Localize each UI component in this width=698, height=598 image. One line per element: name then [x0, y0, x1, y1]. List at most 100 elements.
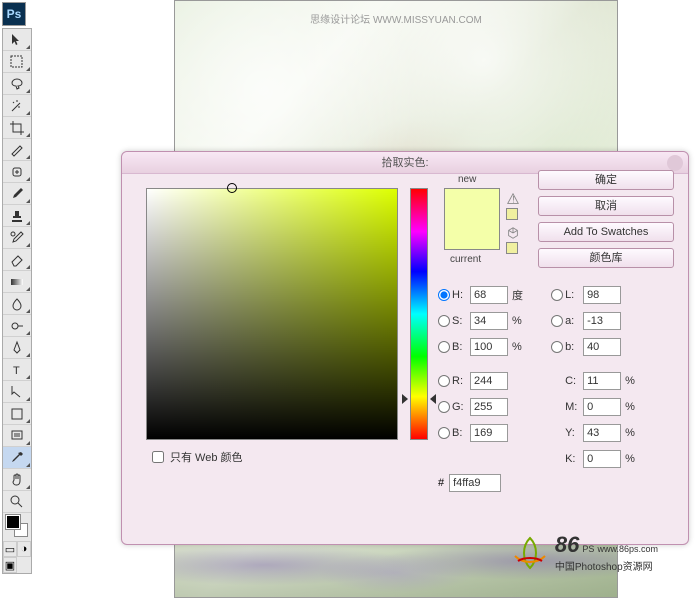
- watermark-ps: PS: [582, 544, 594, 554]
- r-radio[interactable]: [438, 375, 450, 387]
- svg-text:!: !: [512, 195, 515, 206]
- cancel-button[interactable]: 取消: [538, 196, 674, 216]
- type-tool[interactable]: T: [3, 359, 31, 381]
- b-radio[interactable]: [438, 341, 450, 353]
- m-label: M:: [565, 401, 583, 413]
- current-color-swatch[interactable]: [445, 219, 499, 249]
- k-unit: %: [625, 453, 647, 465]
- lb-input[interactable]: [583, 338, 621, 356]
- watermark-url: www.86ps.com: [597, 544, 658, 554]
- zoom-tool[interactable]: [3, 491, 31, 513]
- bl-label: B:: [452, 427, 470, 439]
- web-only-label: 只有 Web 颜色: [170, 449, 243, 465]
- eraser-tool[interactable]: [3, 249, 31, 271]
- k-input[interactable]: [583, 450, 621, 468]
- websafe-warning-icon[interactable]: [506, 226, 520, 240]
- watermark-86: 86: [555, 532, 579, 557]
- watermark-86ps: 86 PS www.86ps.com 中国Photoshop资源网: [510, 532, 658, 573]
- standard-mode-icon[interactable]: ▭: [3, 541, 17, 557]
- lb-radio[interactable]: [551, 341, 563, 353]
- h-unit: 度: [512, 287, 534, 303]
- m-input[interactable]: [583, 398, 621, 416]
- a-radio[interactable]: [551, 315, 563, 327]
- lb-label: b:: [565, 341, 583, 353]
- g-input[interactable]: [470, 398, 508, 416]
- s-input[interactable]: [470, 312, 508, 330]
- l-input[interactable]: [583, 286, 621, 304]
- path-tool[interactable]: [3, 381, 31, 403]
- shape-tool[interactable]: [3, 403, 31, 425]
- ok-button[interactable]: 确定: [538, 170, 674, 190]
- y-input[interactable]: [583, 424, 621, 442]
- color-fields: H:度 S:% B:% R: G: B: L: a: b: C:% M:% Y:…: [438, 282, 678, 472]
- y-unit: %: [625, 427, 647, 439]
- web-only-checkbox[interactable]: 只有 Web 颜色: [152, 449, 243, 465]
- hex-row: #: [438, 474, 501, 492]
- l-radio[interactable]: [551, 289, 563, 301]
- c-unit: %: [625, 375, 647, 387]
- gradient-tool[interactable]: [3, 271, 31, 293]
- color-field-cursor: [227, 183, 237, 193]
- new-color-label: new: [458, 174, 476, 185]
- eyedropper-tool[interactable]: [3, 447, 31, 469]
- screen-mode-icon[interactable]: ▣: [3, 557, 17, 573]
- bl-radio[interactable]: [438, 427, 450, 439]
- quickmask-mode-icon[interactable]: ◑: [17, 541, 31, 557]
- stamp-tool[interactable]: [3, 205, 31, 227]
- b-input[interactable]: [470, 338, 508, 356]
- a-input[interactable]: [583, 312, 621, 330]
- notes-tool[interactable]: [3, 425, 31, 447]
- dialog-buttons: 确定 取消 Add To Swatches 颜色库: [538, 170, 674, 268]
- current-color-label: current: [450, 254, 481, 265]
- brush-tool[interactable]: [3, 183, 31, 205]
- gamut-swatch[interactable]: [506, 208, 518, 220]
- foreground-color[interactable]: [6, 515, 20, 529]
- m-unit: %: [625, 401, 647, 413]
- crop-tool[interactable]: [3, 117, 31, 139]
- web-only-input[interactable]: [152, 451, 164, 463]
- lasso-tool[interactable]: [3, 73, 31, 95]
- g-label: G:: [452, 401, 470, 413]
- hex-label: #: [438, 477, 444, 489]
- h-input[interactable]: [470, 286, 508, 304]
- s-unit: %: [512, 315, 534, 327]
- color-field[interactable]: [146, 188, 398, 440]
- h-radio[interactable]: [438, 289, 450, 301]
- watermark-logo-icon: [510, 533, 550, 573]
- hand-tool[interactable]: [3, 469, 31, 491]
- dialog-title: 拾取实色:: [381, 157, 428, 169]
- blur-tool[interactable]: [3, 293, 31, 315]
- g-radio[interactable]: [438, 401, 450, 413]
- color-preview: [444, 188, 500, 250]
- wand-tool[interactable]: [3, 95, 31, 117]
- marquee-tool[interactable]: [3, 51, 31, 73]
- watermark-sub: 中国Photoshop资源网: [555, 558, 658, 573]
- close-icon[interactable]: [667, 155, 683, 171]
- slice-tool[interactable]: [3, 139, 31, 161]
- new-color-swatch: [445, 189, 499, 219]
- color-library-button[interactable]: 颜色库: [538, 248, 674, 268]
- app-logo: Ps: [2, 2, 26, 26]
- history-brush-tool[interactable]: [3, 227, 31, 249]
- websafe-swatch[interactable]: [506, 242, 518, 254]
- color-swatches[interactable]: [3, 513, 31, 541]
- a-label: a:: [565, 315, 583, 327]
- dodge-tool[interactable]: [3, 315, 31, 337]
- b-label: B:: [452, 341, 470, 353]
- hex-input[interactable]: [449, 474, 501, 492]
- k-label: K:: [565, 453, 583, 465]
- bl-input[interactable]: [470, 424, 508, 442]
- color-picker-dialog: 拾取实色: new current ! 确定 取消 Add To Swatche…: [121, 151, 689, 545]
- heal-tool[interactable]: [3, 161, 31, 183]
- r-input[interactable]: [470, 372, 508, 390]
- s-label: S:: [452, 315, 470, 327]
- hue-slider-thumb[interactable]: [405, 394, 433, 404]
- c-input[interactable]: [583, 372, 621, 390]
- s-radio[interactable]: [438, 315, 450, 327]
- pen-tool[interactable]: [3, 337, 31, 359]
- gamut-warning-icon[interactable]: !: [506, 192, 520, 206]
- b-unit: %: [512, 341, 534, 353]
- add-swatch-button[interactable]: Add To Swatches: [538, 222, 674, 242]
- l-label: L:: [565, 289, 583, 301]
- move-tool[interactable]: [3, 29, 31, 51]
